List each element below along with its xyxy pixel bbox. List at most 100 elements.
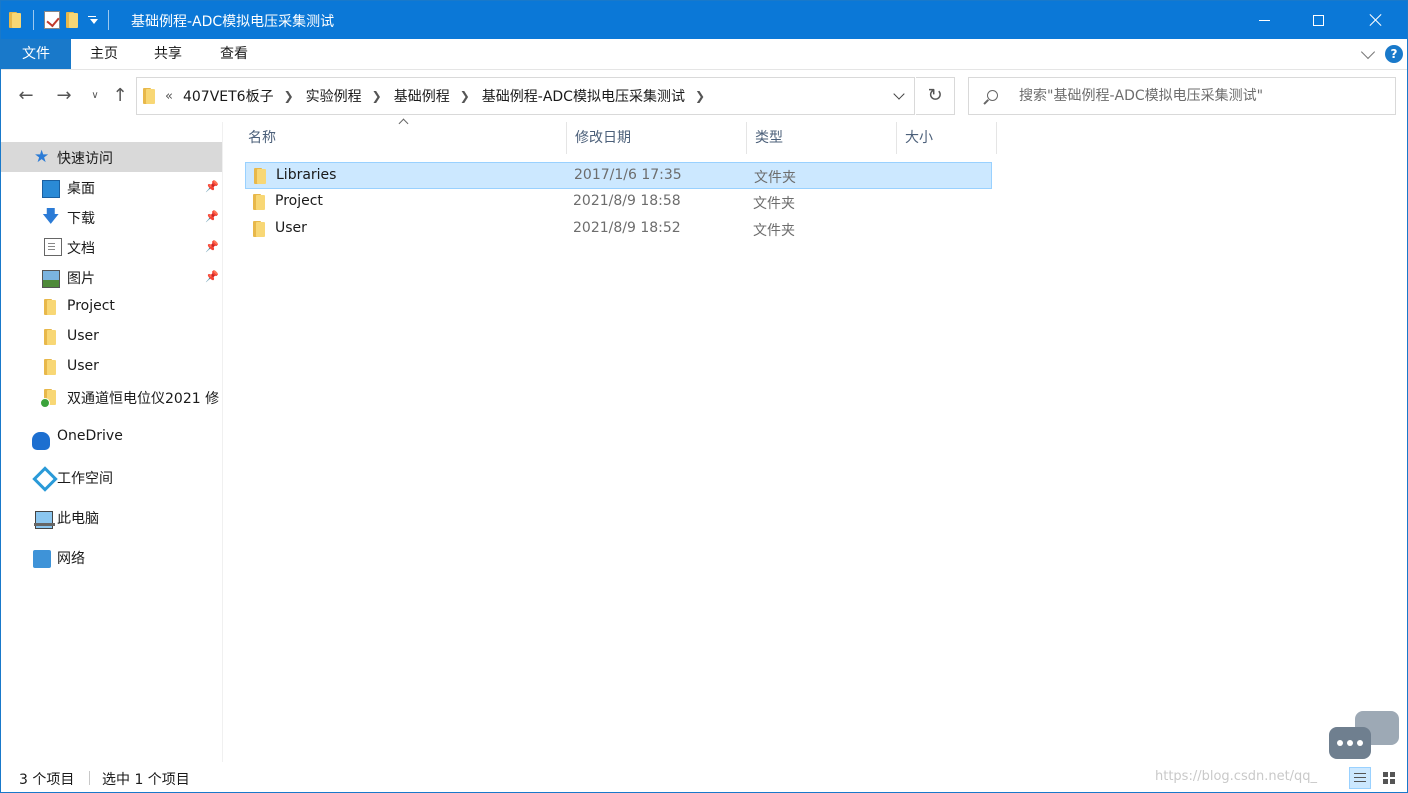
toolbar-divider [108, 10, 109, 30]
expand-ribbon-chevron-icon[interactable] [1360, 44, 1376, 60]
watermark: https://blog.csdn.net/qq_ [1155, 769, 1318, 784]
close-icon [1369, 13, 1383, 27]
pin-icon[interactable]: 📌 [205, 240, 219, 254]
refresh-button[interactable]: ↻ [916, 77, 955, 115]
back-arrow-icon[interactable]: ← [13, 83, 39, 109]
tab-share[interactable]: 共享 [137, 39, 199, 69]
sidebar-item-workspace[interactable]: 工作空间 [1, 462, 222, 492]
file-date: 2021/8/9 18:52 [573, 220, 681, 236]
address-bar[interactable]: « 407VET6板子 ❯ 实验例程 ❯ 基础例程 ❯ 基础例程-ADC模拟电压… [136, 77, 915, 115]
file-name: User [275, 220, 307, 236]
tab-home[interactable]: 主页 [73, 39, 135, 69]
refresh-icon: ↻ [927, 85, 943, 106]
pin-icon[interactable]: 📌 [205, 180, 219, 194]
desktop-icon [42, 180, 60, 198]
help-icon[interactable]: ? [1385, 45, 1403, 63]
status-bar: 3 个项目 选中 1 个项目 https://blog.csdn.net/qq_ [1, 763, 1407, 793]
new-folder-icon[interactable] [66, 11, 80, 29]
sidebar-item-downloads[interactable]: 🡇 下载 📌 [1, 202, 222, 232]
chat-bubble-icon[interactable] [1329, 709, 1403, 765]
search-icon [987, 90, 998, 101]
column-header-name[interactable]: 名称 [240, 122, 567, 154]
sidebar-item-dual-channel-folder[interactable]: 双通道恒电位仪2021 修 [1, 382, 222, 412]
sidebar-item-label: 网络 [57, 551, 85, 567]
sidebar-item-project[interactable]: Project [1, 292, 222, 322]
sidebar-item-user[interactable]: User [1, 352, 222, 382]
breadcrumb-item[interactable]: 基础例程-ADC模拟电压采集测试 [482, 86, 685, 106]
ribbon: 文件 主页 共享 查看 ? [1, 39, 1407, 70]
column-header-date[interactable]: 修改日期 [567, 122, 747, 154]
sidebar-item-documents[interactable]: 文档 📌 [1, 232, 222, 262]
customize-toolbar-icon[interactable] [86, 16, 98, 24]
details-view-icon[interactable] [1349, 767, 1371, 789]
folder-icon [44, 358, 62, 376]
folder-icon [44, 328, 62, 346]
chevron-right-icon[interactable]: ❯ [695, 89, 705, 103]
file-date: 2021/8/9 18:58 [573, 193, 681, 209]
status-divider [89, 771, 90, 785]
pin-icon[interactable]: 📌 [205, 210, 219, 224]
table-row[interactable]: Libraries 2017/1/6 17:35 文件夹 [245, 162, 992, 189]
star-icon: ★ [34, 147, 50, 167]
folder-icon [143, 87, 157, 105]
onedrive-icon [32, 432, 50, 450]
file-type: 文件夹 [754, 170, 796, 186]
file-date: 2017/1/6 17:35 [574, 167, 682, 183]
breadcrumb-item[interactable]: 实验例程 [306, 86, 362, 106]
title-bar[interactable]: 基础例程-ADC模拟电压采集测试 [1, 1, 1407, 39]
tab-view[interactable]: 查看 [203, 39, 265, 69]
sidebar-item-onedrive[interactable]: OneDrive [1, 422, 222, 452]
pin-icon[interactable]: 📌 [205, 270, 219, 284]
sidebar-item-label: 双通道恒电位仪2021 修 [67, 391, 220, 407]
large-icons-view-icon[interactable] [1379, 767, 1401, 789]
file-list: 名称 修改日期 类型 大小 Libraries 2017/1/6 17:35 文… [224, 118, 1407, 762]
folder-icon [253, 193, 267, 211]
this-pc-icon [34, 511, 55, 529]
recent-locations-chevron-icon[interactable]: ∨ [87, 83, 103, 109]
navigation-bar: ← → ∨ ↑ « 407VET6板子 ❯ 实验例程 ❯ 基础例程 ❯ 基础例程… [1, 71, 1407, 121]
sidebar-item-this-pc[interactable]: 此电脑 [1, 502, 222, 532]
sidebar-item-label: User [67, 358, 99, 374]
navigation-pane: ★ 快速访问 桌面 📌 🡇 下载 📌 文档 📌 图片 📌 Project Use… [1, 122, 223, 762]
breadcrumb-item[interactable]: 基础例程 [394, 86, 450, 106]
quick-access-toolbar [9, 8, 113, 32]
workspace-icon [32, 466, 58, 492]
search-box[interactable] [968, 77, 1396, 115]
table-row[interactable]: Project 2021/8/9 18:58 文件夹 [245, 189, 992, 216]
explorer-window: 基础例程-ADC模拟电压采集测试 文件 主页 共享 查看 ? ← → ∨ ↑ «… [0, 0, 1408, 793]
breadcrumb-overflow[interactable]: « [165, 89, 173, 104]
table-row[interactable]: User 2021/8/9 18:52 文件夹 [245, 216, 992, 243]
sidebar-item-desktop[interactable]: 桌面 📌 [1, 172, 222, 202]
network-icon [33, 550, 51, 568]
chevron-right-icon[interactable]: ❯ [284, 89, 294, 103]
sidebar-item-network[interactable]: 网络 [1, 542, 222, 572]
sidebar-item-label: 工作空间 [57, 471, 113, 487]
folder-synced-icon [40, 388, 62, 408]
close-button[interactable] [1345, 1, 1407, 39]
sidebar-item-pictures[interactable]: 图片 📌 [1, 262, 222, 292]
column-header-type[interactable]: 类型 [747, 122, 897, 154]
chevron-right-icon[interactable]: ❯ [460, 89, 470, 103]
sidebar-item-quick-access[interactable]: ★ 快速访问 [1, 142, 222, 172]
minimize-icon [1258, 19, 1270, 21]
maximize-button[interactable] [1291, 1, 1345, 39]
sidebar-item-user[interactable]: User [1, 322, 222, 352]
file-name: Project [275, 193, 323, 209]
minimize-button[interactable] [1237, 1, 1291, 39]
column-header-size[interactable]: 大小 [897, 122, 997, 154]
chevron-right-icon[interactable]: ❯ [372, 89, 382, 103]
selection-count: 选中 1 个项目 [102, 772, 190, 788]
sidebar-item-label: User [67, 328, 99, 344]
breadcrumb: « 407VET6板子 ❯ 实验例程 ❯ 基础例程 ❯ 基础例程-ADC模拟电压… [165, 78, 717, 114]
up-arrow-icon[interactable]: ↑ [107, 83, 133, 109]
folder-icon [44, 298, 62, 316]
breadcrumb-item[interactable]: 407VET6板子 [183, 86, 274, 106]
search-input[interactable] [1019, 78, 1389, 114]
forward-arrow-icon[interactable]: → [51, 83, 77, 109]
sidebar-item-label: 快速访问 [57, 151, 113, 167]
properties-icon[interactable] [44, 11, 60, 29]
address-history-chevron-icon[interactable] [893, 88, 905, 100]
tab-file[interactable]: 文件 [1, 39, 71, 69]
maximize-icon [1312, 14, 1324, 26]
sidebar-item-label: 图片 [67, 271, 95, 287]
